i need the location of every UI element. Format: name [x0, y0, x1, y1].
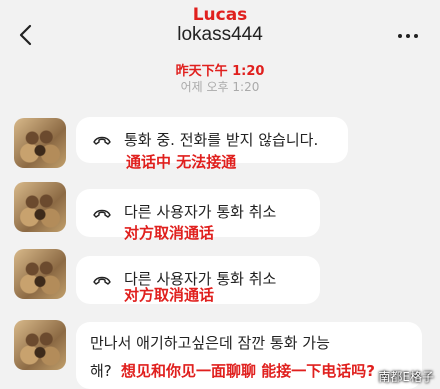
message-text: 만나서 애기하고싶은데 잠깐 통화 가능	[90, 334, 330, 352]
chat-header: Lucas lokass444	[0, 0, 440, 56]
message-text: 통화 중. 전화를 받지 않습니다.	[124, 131, 319, 149]
message-translation: 对方取消通话	[124, 286, 215, 304]
phone-hangup-icon	[93, 209, 111, 218]
more-dots-icon[interactable]	[398, 34, 418, 38]
message-row: 통화 중. 전화를 받지 않습니다. 通话中 无法接通	[0, 114, 440, 171]
phone-hangup-icon	[93, 136, 111, 145]
chat-title: lokass444	[177, 24, 263, 45]
phone-hangup-icon	[93, 276, 111, 285]
message-text: 해?	[90, 362, 112, 380]
message-row: 다른 사용자가 통화 취소 对方取消通话	[0, 248, 440, 308]
avatar[interactable]	[14, 249, 66, 299]
message-row: 다른 사용자가 통화 취소 对方取消通话	[0, 180, 440, 242]
overlay-contact-name: Lucas	[192, 5, 248, 25]
avatar[interactable]	[14, 320, 66, 370]
timestamp-korean: 어제 오후 1:20	[180, 80, 260, 94]
message-translation: 对方取消通话	[124, 224, 215, 242]
timestamp-chinese: 昨天下午 1:20	[175, 64, 265, 79]
message-translation: 想见和你见一面聊聊 能接一下电话吗?	[121, 362, 375, 380]
message-translation: 通话中 无法接通	[126, 153, 237, 171]
message-row: 만나서 애기하고싶은데 잠깐 통화 가능 해? 想见和你见一面聊聊 能接一下电话…	[0, 316, 440, 389]
watermark: 南都E格子	[378, 370, 434, 384]
message-text: 다른 사용자가 통화 취소	[124, 203, 277, 221]
avatar[interactable]	[14, 118, 66, 168]
avatar[interactable]	[14, 182, 66, 232]
